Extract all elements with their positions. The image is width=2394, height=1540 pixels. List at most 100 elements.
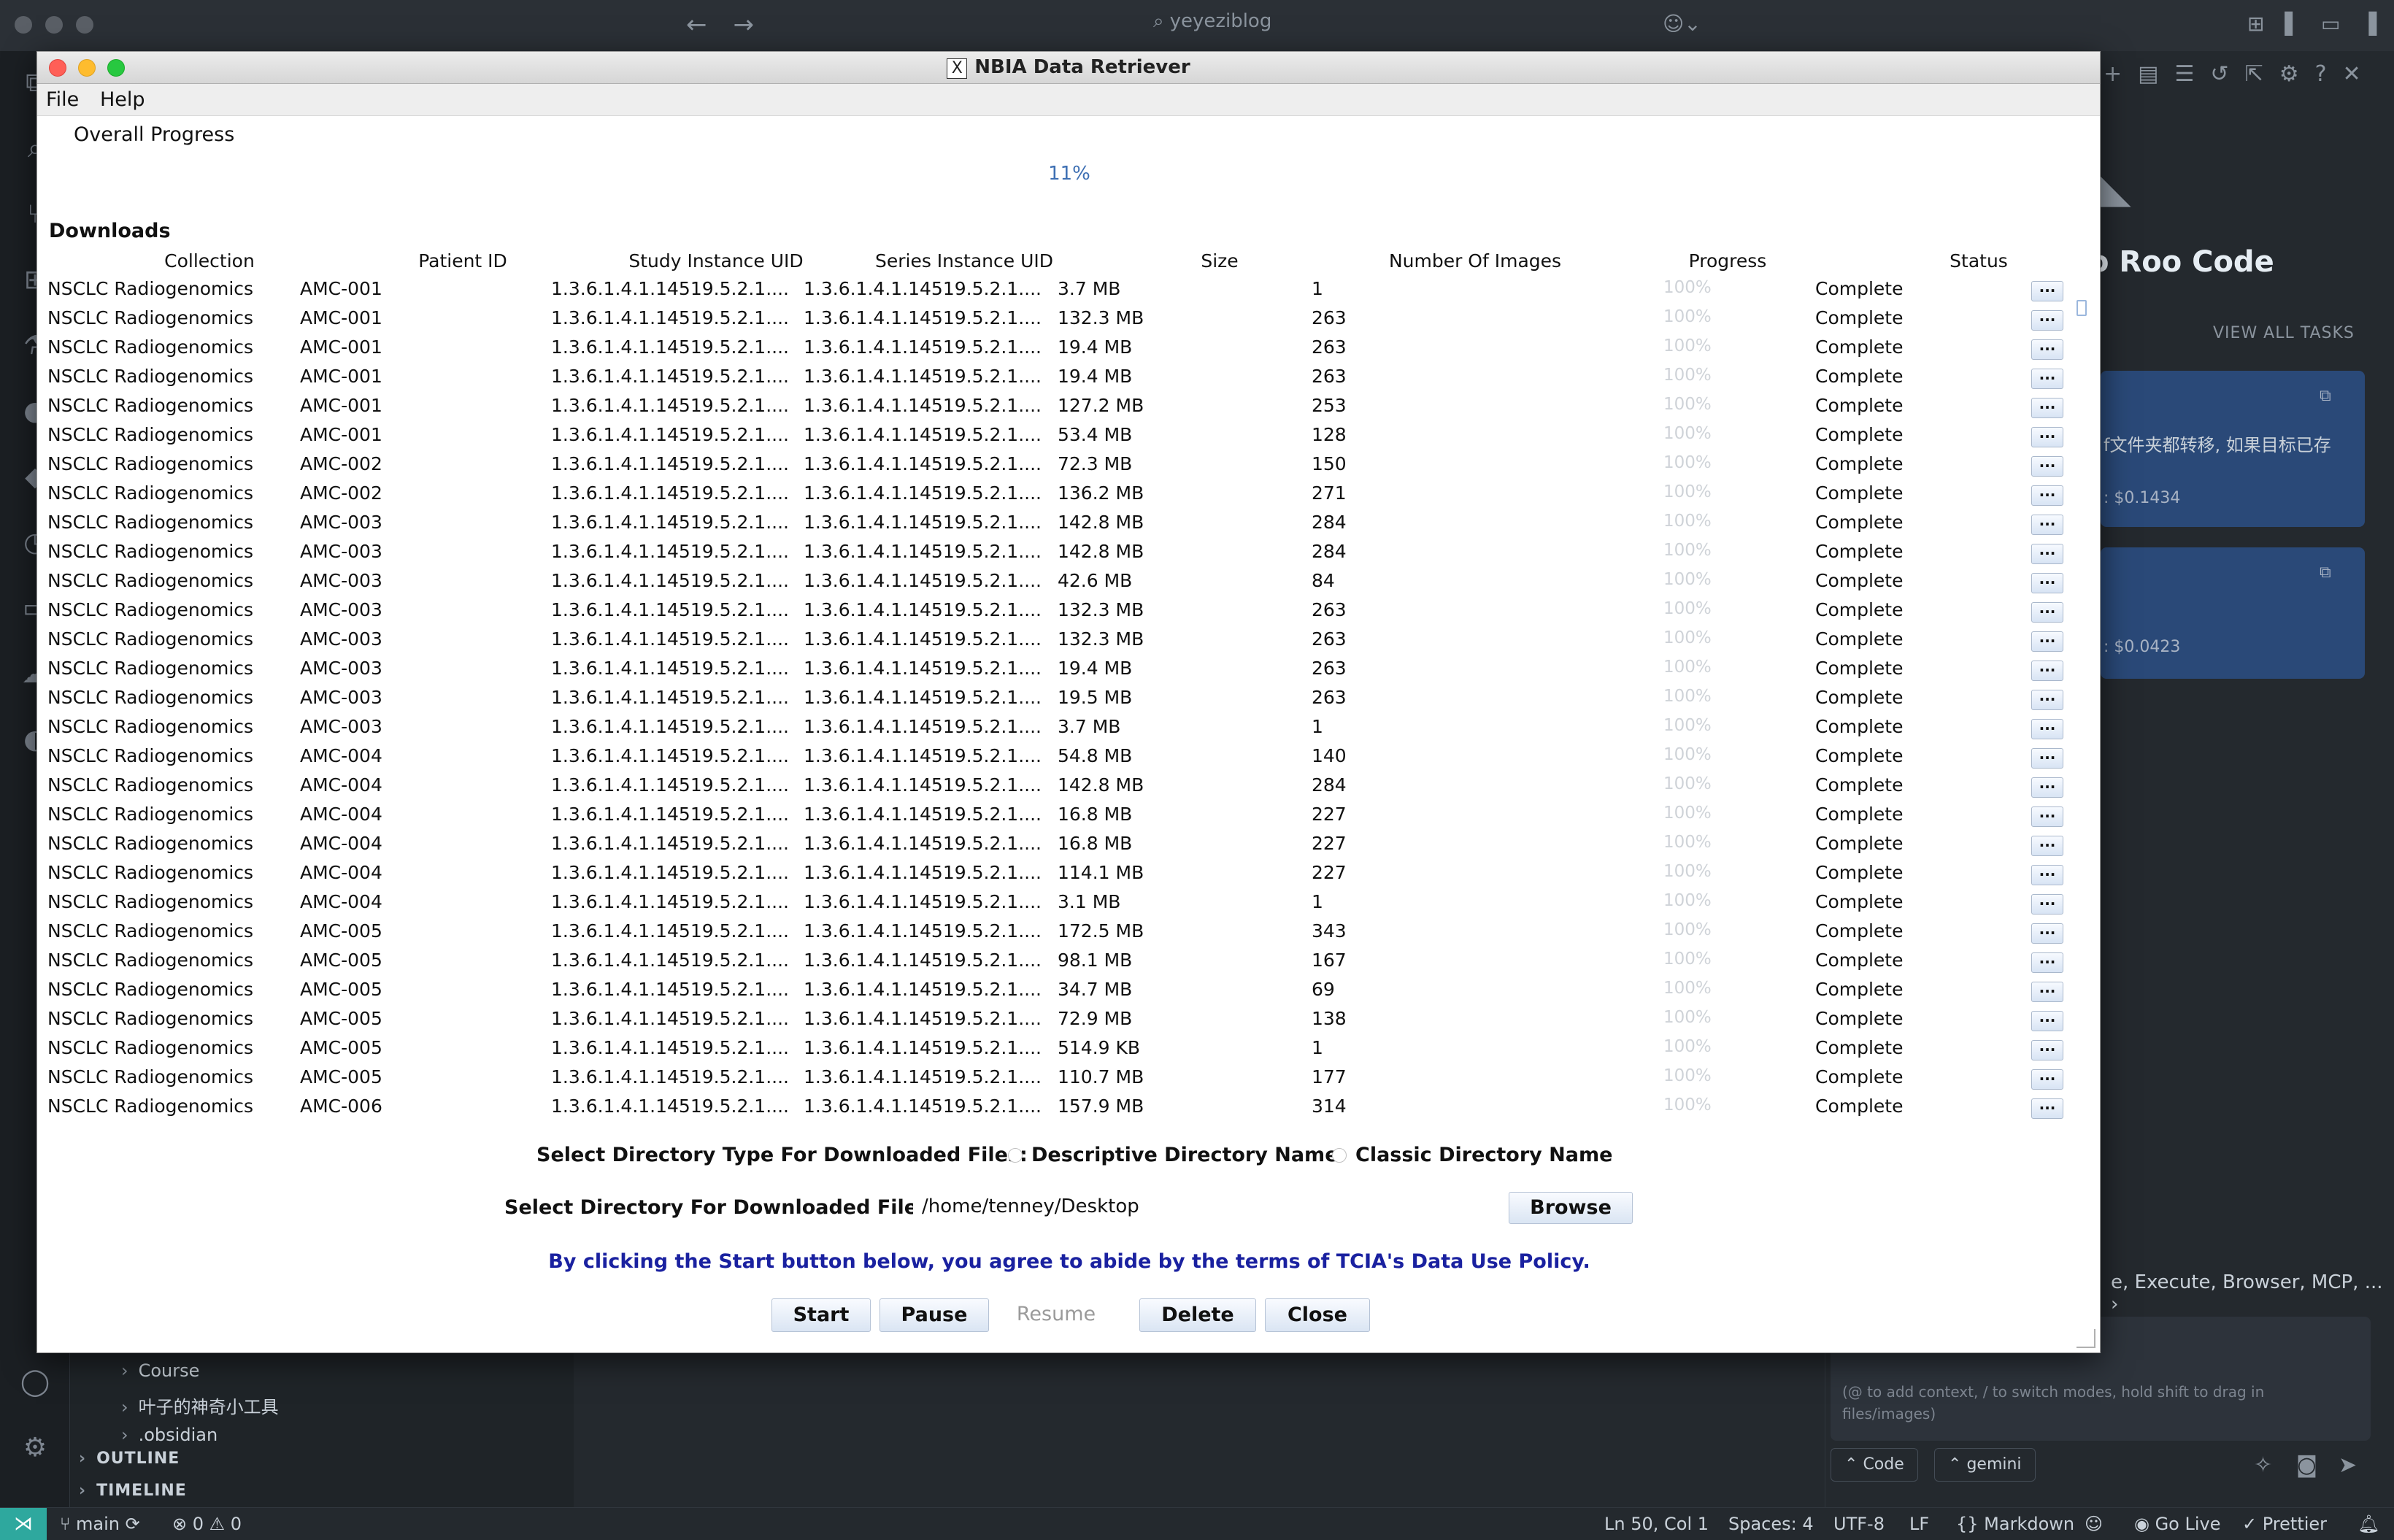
line-ending[interactable]: LF bbox=[1909, 1514, 1929, 1534]
descriptive-directory-radio[interactable] bbox=[1008, 1148, 1023, 1163]
classic-directory-radio[interactable] bbox=[1332, 1148, 1347, 1163]
col-size[interactable]: Size bbox=[1147, 250, 1293, 272]
table-row[interactable]: NSCLC Radiogenomics AMC-004 1.3.6.1.4.1.14… bbox=[37, 771, 2100, 801]
toggle-secondary-sidebar-icon[interactable]: ▐ bbox=[2360, 12, 2376, 36]
auto-approve-tools[interactable]: e, Execute, Browser, MCP, ... › bbox=[2111, 1271, 2394, 1315]
table-row[interactable]: NSCLC Radiogenomics AMC-001 1.3.6.1.4.1.14… bbox=[37, 392, 2100, 421]
copy-icon[interactable]: ⧉ bbox=[2320, 563, 2331, 582]
row-details-button[interactable]: ... bbox=[2031, 717, 2063, 739]
mode-selector[interactable]: ⌃ Code bbox=[1831, 1448, 1918, 1482]
table-row[interactable]: NSCLC Radiogenomics AMC-005 1.3.6.1.4.1.14… bbox=[37, 947, 2100, 976]
row-details-button[interactable]: ... bbox=[2031, 863, 2063, 885]
table-row[interactable]: NSCLC Radiogenomics AMC-005 1.3.6.1.4.1.14… bbox=[37, 1063, 2100, 1093]
col-status[interactable]: Status bbox=[1891, 250, 2066, 272]
prompts-icon[interactable]: ▤ bbox=[2138, 61, 2158, 87]
forward-arrow-icon[interactable]: → bbox=[734, 10, 755, 39]
row-details-button[interactable]: ... bbox=[2031, 396, 2063, 418]
row-details-button[interactable]: ... bbox=[2031, 571, 2063, 593]
row-details-button[interactable]: ... bbox=[2031, 834, 2063, 856]
row-details-button[interactable]: ... bbox=[2031, 542, 2063, 564]
close-panel-icon[interactable]: ✕ bbox=[2343, 61, 2361, 87]
model-selector[interactable]: ⌃ gemini bbox=[1934, 1448, 2036, 1482]
pause-button[interactable]: Pause bbox=[880, 1298, 989, 1332]
table-row[interactable]: NSCLC Radiogenomics AMC-003 1.3.6.1.4.1.14… bbox=[37, 684, 2100, 713]
minimize-dot[interactable] bbox=[45, 16, 63, 34]
table-row[interactable]: NSCLC Radiogenomics AMC-003 1.3.6.1.4.1.14… bbox=[37, 538, 2100, 567]
row-details-button[interactable]: ... bbox=[2031, 367, 2063, 389]
row-details-button[interactable]: ... bbox=[2031, 280, 2063, 301]
row-details-button[interactable]: ... bbox=[2031, 630, 2063, 652]
close-dot[interactable] bbox=[15, 16, 32, 34]
back-arrow-icon[interactable]: ← bbox=[686, 10, 707, 39]
table-row[interactable]: NSCLC Radiogenomics AMC-003 1.3.6.1.4.1.14… bbox=[37, 509, 2100, 538]
account-icon[interactable]: ◯ bbox=[18, 1365, 53, 1400]
customize-layout-icon[interactable]: ⊞ bbox=[2247, 12, 2264, 36]
delete-button[interactable]: Delete bbox=[1139, 1298, 1256, 1332]
table-row[interactable]: NSCLC Radiogenomics AMC-005 1.3.6.1.4.1.14… bbox=[37, 1005, 2100, 1034]
row-details-button[interactable]: ... bbox=[2031, 309, 2063, 331]
browse-button[interactable]: Browse bbox=[1509, 1192, 1633, 1224]
row-details-button[interactable]: ... bbox=[2031, 601, 2063, 623]
table-row[interactable]: NSCLC Radiogenomics AMC-006 1.3.6.1.4.1.14… bbox=[37, 1093, 2100, 1122]
popout-icon[interactable]: ⇱ bbox=[2245, 61, 2263, 87]
settings-gear-icon[interactable]: ⚙ bbox=[18, 1431, 53, 1466]
data-use-policy-link[interactable]: By clicking the Start button below, you … bbox=[37, 1250, 2101, 1273]
row-details-button[interactable]: ... bbox=[2031, 805, 2063, 827]
settings-icon[interactable]: ⚙ bbox=[2279, 61, 2299, 87]
close-button[interactable]: Close bbox=[1265, 1298, 1370, 1332]
row-details-button[interactable]: ... bbox=[2031, 1039, 2063, 1060]
toggle-sidebar-icon[interactable]: ▌ bbox=[2285, 12, 2301, 36]
row-details-button[interactable]: ... bbox=[2031, 776, 2063, 798]
descriptive-directory-label[interactable]: Descriptive Directory Name bbox=[1031, 1144, 1339, 1166]
table-row[interactable]: NSCLC Radiogenomics AMC-002 1.3.6.1.4.1.14… bbox=[37, 480, 2100, 509]
plus-icon[interactable]: + bbox=[2104, 61, 2122, 87]
table-row[interactable]: NSCLC Radiogenomics AMC-001 1.3.6.1.4.1.14… bbox=[37, 363, 2100, 392]
table-row[interactable]: NSCLC Radiogenomics AMC-004 1.3.6.1.4.1.14… bbox=[37, 742, 2100, 771]
view-all-tasks-link[interactable]: VIEW ALL TASKS bbox=[2213, 324, 2355, 342]
toggle-panel-icon[interactable]: ▭ bbox=[2321, 12, 2340, 36]
table-row[interactable]: NSCLC Radiogenomics AMC-005 1.3.6.1.4.1.14… bbox=[37, 1034, 2100, 1063]
copilot-status-icon[interactable]: ☺ bbox=[2085, 1514, 2103, 1534]
col-patient-id[interactable]: Patient ID bbox=[386, 250, 539, 272]
table-row[interactable]: NSCLC Radiogenomics AMC-005 1.3.6.1.4.1.14… bbox=[37, 917, 2100, 947]
scrollbar-thumb[interactable] bbox=[2077, 300, 2087, 316]
cursor-position[interactable]: Ln 50, Col 1 bbox=[1604, 1514, 1709, 1534]
col-series-uid[interactable]: Series Instance UID bbox=[840, 250, 1088, 272]
col-collection[interactable]: Collection bbox=[129, 250, 290, 272]
row-details-button[interactable]: ... bbox=[2031, 747, 2063, 769]
row-details-button[interactable]: ... bbox=[2031, 1009, 2063, 1031]
table-row[interactable]: NSCLC Radiogenomics AMC-003 1.3.6.1.4.1.14… bbox=[37, 596, 2100, 625]
row-details-button[interactable]: ... bbox=[2031, 484, 2063, 506]
menu-file[interactable]: File bbox=[46, 88, 79, 111]
language-mode[interactable]: {} Markdown bbox=[1956, 1514, 2074, 1534]
table-row[interactable]: NSCLC Radiogenomics AMC-003 1.3.6.1.4.1.14… bbox=[37, 713, 2100, 742]
timeline-section[interactable]: › TIMELINE bbox=[79, 1482, 187, 1500]
classic-directory-label[interactable]: Classic Directory Name bbox=[1355, 1144, 1612, 1166]
send-icon[interactable]: ➤ bbox=[2339, 1452, 2357, 1478]
table-row[interactable]: NSCLC Radiogenomics AMC-003 1.3.6.1.4.1.14… bbox=[37, 655, 2100, 684]
go-live[interactable]: ◉ Go Live bbox=[2134, 1514, 2221, 1534]
table-row[interactable]: NSCLC Radiogenomics AMC-005 1.3.6.1.4.1.14… bbox=[37, 976, 2100, 1005]
row-details-button[interactable]: ... bbox=[2031, 980, 2063, 1002]
table-row[interactable]: NSCLC Radiogenomics AMC-004 1.3.6.1.4.1.14… bbox=[37, 830, 2100, 859]
row-details-button[interactable]: ... bbox=[2031, 659, 2063, 681]
download-dir-field[interactable] bbox=[913, 1192, 1526, 1221]
problems-count[interactable]: ⊗ 0 ⚠ 0 bbox=[172, 1514, 242, 1534]
copy-icon[interactable]: ⧉ bbox=[2320, 387, 2331, 405]
tree-item-course[interactable]: › Course bbox=[121, 1360, 199, 1381]
help-icon[interactable]: ? bbox=[2315, 61, 2327, 87]
row-details-button[interactable]: ... bbox=[2031, 922, 2063, 944]
prettier[interactable]: ✓ Prettier bbox=[2242, 1514, 2327, 1534]
row-details-button[interactable]: ... bbox=[2031, 338, 2063, 360]
table-row[interactable]: NSCLC Radiogenomics AMC-001 1.3.6.1.4.1.14… bbox=[37, 275, 2100, 304]
table-row[interactable]: NSCLC Radiogenomics AMC-004 1.3.6.1.4.1.14… bbox=[37, 888, 2100, 917]
row-details-button[interactable]: ... bbox=[2031, 513, 2063, 535]
tree-item-obsidian[interactable]: › .obsidian bbox=[121, 1425, 218, 1445]
start-button[interactable]: Start bbox=[771, 1298, 871, 1332]
resize-grip[interactable] bbox=[2077, 1329, 2095, 1348]
table-row[interactable]: NSCLC Radiogenomics AMC-004 1.3.6.1.4.1.14… bbox=[37, 859, 2100, 888]
indentation[interactable]: Spaces: 4 bbox=[1728, 1514, 1814, 1534]
remote-icon[interactable]: ⋊ bbox=[0, 1508, 47, 1540]
table-row[interactable]: NSCLC Radiogenomics AMC-003 1.3.6.1.4.1.14… bbox=[37, 625, 2100, 655]
copilot-icon[interactable]: ☺⌄ bbox=[1663, 12, 1701, 36]
